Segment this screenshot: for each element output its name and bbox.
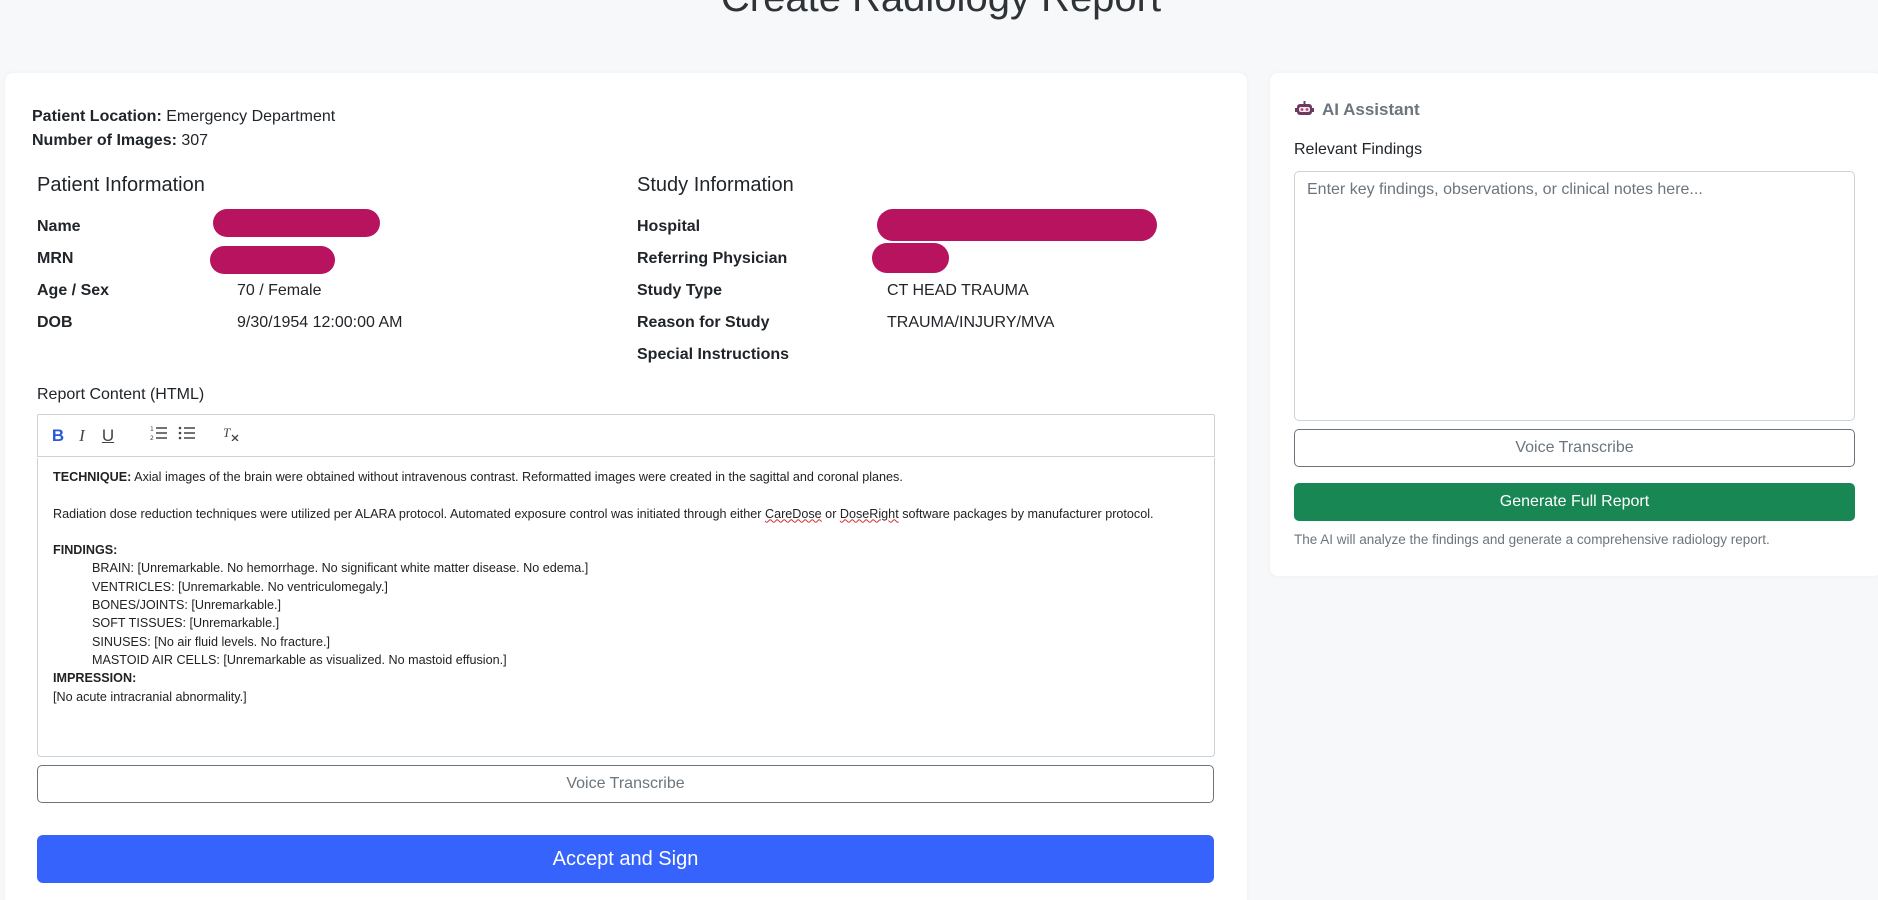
- patient-information-title: Patient Information: [37, 174, 205, 196]
- dose-paragraph: Radiation dose reduction techniques were…: [53, 505, 1199, 523]
- study-type-value: CT HEAD TRAUMA: [887, 282, 1029, 299]
- svg-text:T: T: [223, 425, 231, 440]
- patient-location-label: Patient Location:: [32, 108, 162, 125]
- study-type-label: Study Type: [637, 282, 723, 299]
- special-instructions-label: Special Instructions: [637, 346, 790, 363]
- relevant-findings-label: Relevant Findings: [1294, 141, 1423, 158]
- caredose-word: CareDose: [764, 506, 822, 521]
- dose-or: or: [821, 506, 840, 521]
- italic-icon[interactable]: I: [75, 424, 89, 448]
- voice-transcribe-button[interactable]: Voice Transcribe: [37, 765, 1214, 803]
- accept-and-sign-button[interactable]: Accept and Sign: [37, 835, 1214, 883]
- ai-voice-transcribe-button[interactable]: Voice Transcribe: [1294, 429, 1855, 467]
- patient-location: Patient Location: Emergency Department: [32, 108, 335, 126]
- number-of-images: Number of Images: 307: [32, 132, 208, 150]
- finding-item: BONES/JOINTS: [Unremarkable.]: [92, 598, 281, 613]
- name-label: Name: [37, 218, 81, 235]
- referring-physician-label: Referring Physician: [637, 250, 788, 267]
- svg-text:1: 1: [150, 426, 154, 433]
- reason-for-study-label: Reason for Study: [637, 314, 770, 331]
- page-title: Create Radiology Report: [0, 0, 1878, 21]
- dob-label: DOB: [37, 314, 73, 331]
- dose-text-b: software packages by manufacturer protoc…: [898, 506, 1154, 521]
- finding-item: BRAIN: [Unremarkable. No hemorrhage. No …: [92, 561, 589, 576]
- impression-text: [No acute intracranial abnormality.]: [53, 689, 247, 704]
- redacted-hospital: [877, 209, 1157, 241]
- age-sex-label: Age / Sex: [37, 282, 110, 299]
- ai-assistant-title: AI Assistant: [1322, 100, 1420, 119]
- bullet-list-icon[interactable]: [177, 424, 197, 448]
- number-of-images-label: Number of Images:: [32, 132, 177, 149]
- robot-icon: [1295, 100, 1314, 118]
- dob-value: 9/30/1954 12:00:00 AM: [237, 314, 403, 331]
- redacted-mrn: [210, 246, 335, 274]
- doseright-word: DoseRight: [839, 506, 899, 521]
- technique-label: TECHNIQUE:: [53, 470, 132, 484]
- underline-icon[interactable]: U: [100, 424, 116, 448]
- hospital-label: Hospital: [637, 218, 701, 235]
- study-information-title: Study Information: [637, 174, 794, 196]
- report-editor[interactable]: TECHNIQUE: Axial images of the brain wer…: [37, 458, 1215, 757]
- redacted-referring-physician: [872, 243, 949, 273]
- bold-icon[interactable]: B: [50, 424, 66, 448]
- redacted-name: [213, 209, 380, 237]
- dose-text-a: Radiation dose reduction techniques were…: [53, 506, 765, 521]
- findings-label: FINDINGS:: [53, 543, 118, 558]
- technique-paragraph: TECHNIQUE: Axial images of the brain wer…: [53, 468, 1199, 486]
- finding-item: MASTOID AIR CELLS: [Unremarkable as visu…: [92, 652, 507, 667]
- ai-help-text: The AI will analyze the findings and gen…: [1294, 532, 1770, 547]
- technique-text: Axial images of the brain were obtained …: [131, 470, 903, 484]
- ordered-list-icon[interactable]: 12: [149, 424, 169, 448]
- finding-item: SINUSES: [No air fluid levels. No fractu…: [92, 634, 330, 649]
- svg-text:2: 2: [150, 435, 154, 441]
- age-sex-value: 70 / Female: [237, 282, 322, 299]
- generate-full-report-button[interactable]: Generate Full Report: [1294, 483, 1855, 521]
- impression-label: IMPRESSION:: [53, 671, 137, 686]
- relevant-findings-input[interactable]: [1294, 171, 1855, 421]
- mrn-label: MRN: [37, 250, 74, 267]
- patient-location-value: Emergency Department: [166, 108, 336, 125]
- reason-for-study-value: TRAUMA/INJURY/MVA: [887, 314, 1055, 331]
- finding-item: SOFT TISSUES: [Unremarkable.]: [92, 616, 280, 631]
- editor-toolbar: B I U 12 T: [37, 414, 1215, 457]
- finding-item: VENTRICLES: [Unremarkable. No ventriculo…: [92, 579, 388, 594]
- clear-format-icon[interactable]: T: [221, 424, 241, 448]
- number-of-images-value: 307: [181, 132, 209, 149]
- report-content-label: Report Content (HTML): [37, 386, 205, 403]
